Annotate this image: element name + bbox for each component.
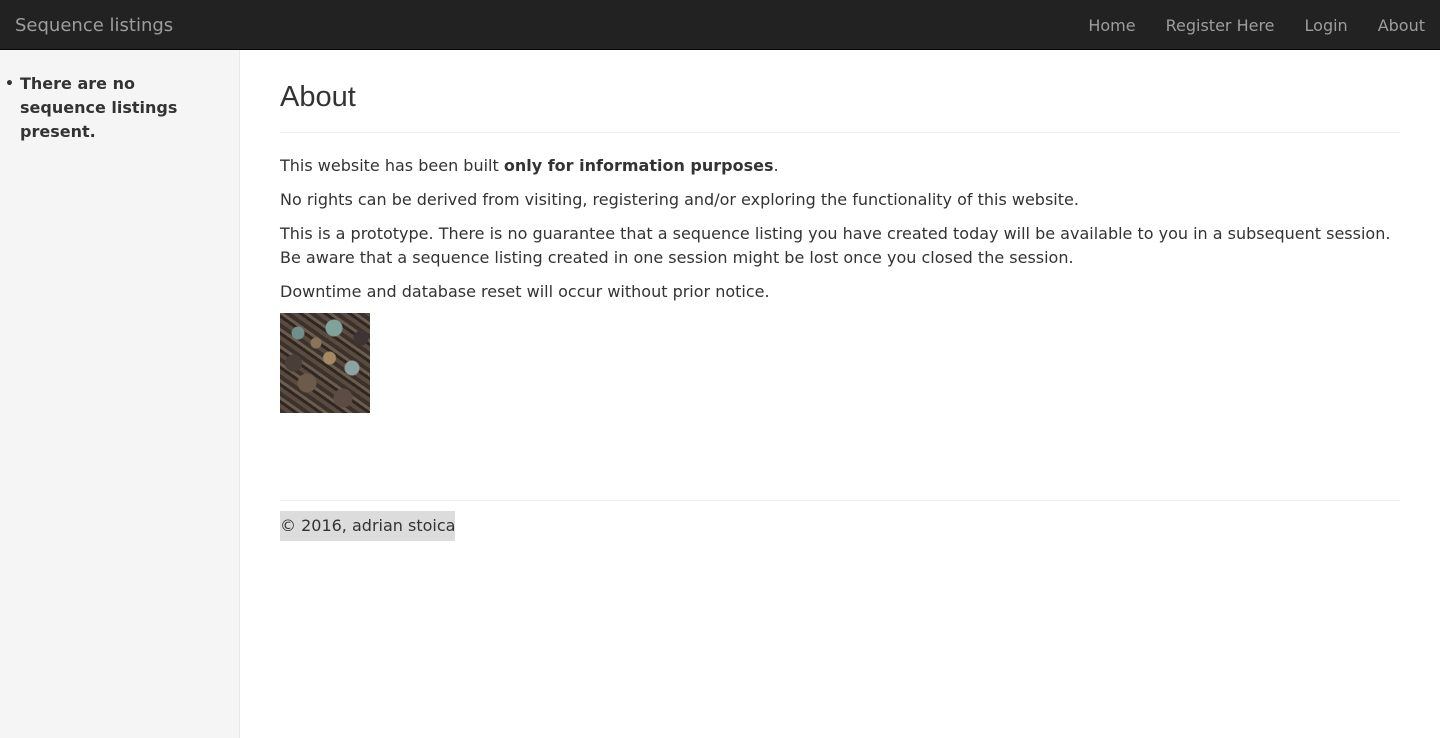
main-content: About This website has been built only f… xyxy=(280,50,1400,541)
page-title: About xyxy=(280,81,356,113)
brand-link[interactable]: Sequence listings xyxy=(15,0,173,50)
footer-divider xyxy=(280,500,1400,501)
purpose-text: This website has been built xyxy=(280,156,504,175)
sidebar: • There are no sequence listings present… xyxy=(0,50,240,738)
nav-item-login: Login xyxy=(1290,0,1363,50)
nav-link-home[interactable]: Home xyxy=(1073,0,1150,52)
title-divider xyxy=(280,132,1400,133)
navbar: Sequence listings Home Register Here Log… xyxy=(0,0,1440,50)
footer-copyright: © 2016, adrian stoica xyxy=(280,511,456,541)
paragraph-prototype: This is a prototype. There is no guarant… xyxy=(280,224,1391,267)
nav-item-about: About xyxy=(1363,0,1440,50)
sidebar-item-label: There are no sequence listings present. xyxy=(20,74,178,141)
nav-link-register[interactable]: Register Here xyxy=(1151,0,1290,52)
leaves-thumbnail-image xyxy=(280,313,370,413)
nav-link-login[interactable]: Login xyxy=(1290,0,1363,52)
bullet-icon: • xyxy=(5,76,14,92)
paragraph-purpose: This website has been built only for inf… xyxy=(280,154,1400,178)
paragraph-rights: No rights can be derived from visiting, … xyxy=(280,190,1079,209)
paragraph-downtime: Downtime and database reset will occur w… xyxy=(280,282,770,301)
about-text: This website has been built only for inf… xyxy=(280,154,1400,304)
nav-item-register: Register Here xyxy=(1151,0,1290,50)
sidebar-item-empty-message: • There are no sequence listings present… xyxy=(0,50,239,144)
purpose-emphasis: only for information purposes xyxy=(503,156,774,175)
nav-link-about[interactable]: About xyxy=(1363,0,1440,52)
purpose-period: . xyxy=(773,156,779,175)
sidebar-list: • There are no sequence listings present… xyxy=(0,50,239,144)
nav-links: Home Register Here Login About xyxy=(1073,0,1440,50)
nav-item-home: Home xyxy=(1073,0,1150,50)
